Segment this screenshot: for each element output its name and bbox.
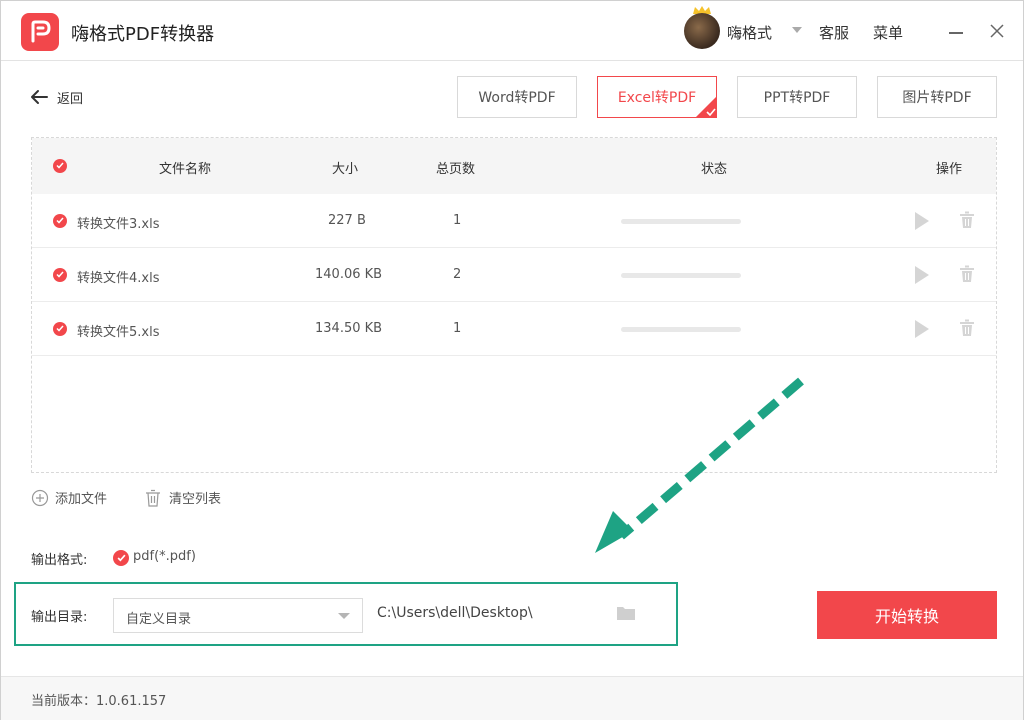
user-avatar[interactable] [684,13,720,49]
add-file-button[interactable]: 添加文件 [31,488,107,507]
table-row[interactable]: 转换文件5.xls 134.50 KB 1 [32,302,996,356]
back-button[interactable]: 返回 [29,87,83,107]
header-actions: 操作 [936,162,963,177]
app-window: 嗨格式PDF转换器 嗨格式 客服 菜单 返回 Word转PDF Excel转PD… [0,0,1024,720]
tab-label: PPT转PDF [763,90,831,106]
username[interactable]: 嗨格式 [727,22,772,43]
tab-word-to-pdf[interactable]: Word转PDF [457,76,577,118]
output-directory-path[interactable]: C:\Users\dell\Desktop\ [377,605,533,621]
page-count: 2 [453,267,462,282]
select-all-checkbox[interactable] [53,159,67,173]
row-checkbox[interactable] [53,214,67,228]
chevron-down-icon [338,613,350,619]
user-dropdown-chevron-icon[interactable] [792,27,802,33]
title-bar: 嗨格式PDF转换器 嗨格式 客服 菜单 [1,1,1023,61]
row-checkbox[interactable] [53,268,67,282]
play-icon[interactable] [915,266,929,284]
customer-service-link[interactable]: 客服 [819,22,849,43]
output-directory-select[interactable]: 自定义目录 [113,598,363,633]
plus-circle-icon [31,489,49,506]
file-size: 140.06 KB [315,267,383,282]
table-row[interactable]: 转换文件4.xls 140.06 KB 2 [32,248,996,302]
output-format-value: pdf(*.pdf) [133,549,196,564]
version-label: 当前版本：1.0.61.157 [31,694,167,709]
start-convert-button[interactable]: 开始转换 [817,591,997,639]
directory-mode-value: 自定义目录 [126,612,192,627]
file-name: 转换文件5.xls [77,325,160,340]
tab-label: Word转PDF [478,90,556,106]
table-header: 文件名称 大小 总页数 状态 操作 [32,138,996,194]
trash-icon[interactable] [959,319,975,337]
tab-label: Excel转PDF [617,90,697,106]
page-count: 1 [453,213,462,228]
header-status: 状态 [701,162,728,177]
clear-list-button[interactable]: 清空列表 [145,488,221,507]
close-icon [990,24,1004,38]
footer: 当前版本：1.0.61.157 [1,676,1023,720]
format-selected-check-icon[interactable] [113,550,129,566]
file-size: 134.50 KB [315,321,383,336]
app-title: 嗨格式PDF转换器 [71,24,215,45]
tab-ppt-to-pdf[interactable]: PPT转PDF [737,76,857,118]
play-icon[interactable] [915,320,929,338]
menu-link[interactable]: 菜单 [873,22,903,43]
trash-icon[interactable] [959,211,975,229]
folder-icon[interactable] [616,605,636,621]
header-pages: 总页数 [436,162,476,177]
clear-list-label: 清空列表 [169,492,222,507]
file-name: 转换文件3.xls [77,217,160,232]
trash-icon[interactable] [959,265,975,283]
table-row[interactable]: 转换文件3.xls 227 B 1 [32,194,996,248]
progress-bar [621,219,741,224]
header-size: 大小 [332,162,359,177]
add-file-label: 添加文件 [55,492,108,507]
header-file-name: 文件名称 [159,162,212,177]
tab-label: 图片转PDF [902,90,972,106]
progress-bar [621,327,741,332]
selected-corner-check-icon [695,96,717,118]
app-logo-icon [21,13,59,51]
tab-excel-to-pdf[interactable]: Excel转PDF [597,76,717,118]
arrow-left-icon [31,90,48,104]
tab-image-to-pdf[interactable]: 图片转PDF [877,76,997,118]
play-icon[interactable] [915,212,929,230]
progress-bar [621,273,741,278]
back-label: 返回 [57,91,84,107]
trash-outline-icon [146,489,160,507]
file-size: 227 B [328,213,366,228]
file-name: 转换文件4.xls [77,271,160,286]
file-table: 文件名称 大小 总页数 状态 操作 转换文件3.xls 227 B 1 转换文件… [31,137,997,473]
minimize-button[interactable] [947,23,965,41]
output-directory-label: 输出目录: [31,610,88,625]
output-format-label: 输出格式: [31,553,88,568]
page-count: 1 [453,321,462,336]
close-button[interactable] [987,21,1007,41]
row-checkbox[interactable] [53,322,67,336]
